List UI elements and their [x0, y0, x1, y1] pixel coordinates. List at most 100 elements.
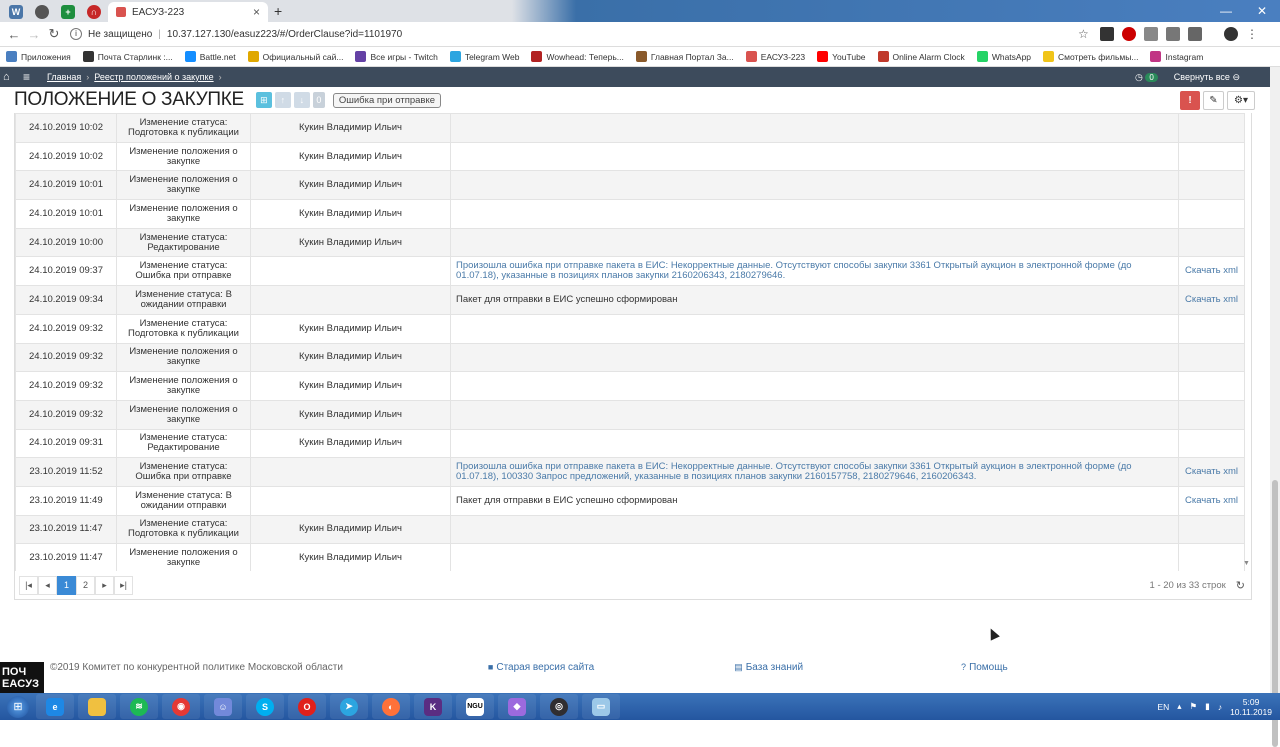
table-row[interactable]: 24.10.2019 09:37 Изменение статуса: Ошибк… — [15, 256, 1245, 287]
table-row[interactable]: 23.10.2019 11:47 Изменение положения о за… — [15, 543, 1245, 571]
page-scrollbar[interactable] — [1270, 67, 1280, 747]
tray-up-icon[interactable]: ▴ — [1177, 701, 1181, 712]
table-row[interactable]: 24.10.2019 09:34 Изменение статуса: В ожи… — [15, 285, 1245, 315]
taskbar-spotify[interactable]: ≋ — [120, 694, 158, 719]
table-row[interactable]: 24.10.2019 10:02 Изменение статуса: Подго… — [15, 113, 1245, 143]
volume-icon[interactable]: ♪ — [1218, 702, 1222, 712]
history-table-container[interactable]: 24.10.2019 10:02 Изменение статуса: Подго… — [14, 113, 1252, 571]
last-page-button[interactable]: ▸| — [114, 575, 133, 595]
table-row[interactable]: 23.10.2019 11:47 Изменение статуса: Подго… — [15, 514, 1245, 545]
taskbar-discord[interactable]: ☺ — [204, 694, 242, 719]
table-row[interactable]: 24.10.2019 10:00 Изменение статуса: Редак… — [15, 227, 1245, 258]
bookmark-item[interactable]: Приложения — [6, 51, 71, 62]
bookmark-item[interactable]: Почта Старлинк :... — [82, 51, 173, 62]
taskbar-app-k[interactable]: K — [414, 694, 452, 719]
close-window-button[interactable]: ✕ — [1244, 0, 1280, 22]
bookmark-item[interactable]: Официальный сай... — [247, 51, 343, 62]
bookmark-item[interactable]: Battle.net — [184, 51, 236, 62]
count-button[interactable]: 0 — [312, 92, 325, 108]
flag-icon[interactable]: ⚑ — [1190, 701, 1198, 712]
opera-icon[interactable] — [1122, 27, 1136, 41]
bookmark-item[interactable]: YouTube — [817, 51, 866, 62]
move-up-button[interactable]: ↑ — [274, 92, 291, 108]
table-row[interactable]: 24.10.2019 09:32 Изменение статуса: Подго… — [15, 313, 1245, 344]
bookmark-item[interactable]: ЕАСУЗ-223 — [745, 51, 805, 62]
taskbar-explorer[interactable] — [78, 694, 116, 719]
table-row[interactable]: 24.10.2019 10:01 Изменение положения о за… — [15, 199, 1245, 229]
page-1-button[interactable]: 1 — [57, 575, 76, 595]
pinned-tab-headphones[interactable]: ∩ — [82, 2, 106, 22]
bookmark-item[interactable]: Online Alarm Clock — [877, 51, 965, 62]
taskbar-ie[interactable]: e — [36, 694, 74, 719]
page-2-button[interactable]: 2 — [76, 575, 95, 595]
first-page-button[interactable]: |◂ — [19, 575, 38, 595]
refresh-icon[interactable]: ↻ — [1236, 579, 1245, 592]
home-icon[interactable]: ⌂ — [3, 71, 17, 83]
prev-page-button[interactable]: ◂ — [38, 575, 57, 595]
table-row[interactable]: 23.10.2019 11:52 Изменение статуса: Ошибк… — [15, 457, 1245, 487]
move-down-button[interactable]: ↓ — [293, 92, 310, 108]
old-version-link[interactable]: ■ Старая версия сайта — [488, 662, 594, 673]
extension-icon[interactable] — [1144, 27, 1158, 41]
forward-arrow-icon[interactable]: → — [24, 27, 44, 42]
settings-dropdown-button[interactable]: ⚙▾ — [1227, 90, 1255, 110]
table-row[interactable]: 24.10.2019 09:31 Изменение статуса: Редак… — [15, 428, 1245, 459]
menu-icon[interactable]: ≡ — [23, 70, 37, 84]
extension-icon[interactable] — [1166, 27, 1180, 41]
active-tab[interactable]: ЕАСУЗ-223 × — [108, 2, 268, 22]
reload-icon[interactable]: ↻ — [44, 26, 64, 42]
cell-download[interactable]: Скачать xml — [1178, 285, 1245, 315]
taskbar-opera[interactable]: O — [288, 694, 326, 719]
pinned-tab-sheets[interactable]: + — [56, 2, 80, 22]
taskbar-ngu[interactable]: NGU — [456, 694, 494, 719]
bookmark-item[interactable]: Все игры - Twitch — [355, 51, 438, 62]
taskbar-obs[interactable]: ◎ — [540, 694, 578, 719]
network-icon[interactable]: ▮ — [1205, 701, 1210, 712]
bookmark-item[interactable]: Wowhead: Теперь... — [531, 51, 624, 62]
bookmark-item[interactable]: Telegram Web — [449, 51, 519, 62]
cell-download[interactable]: Скачать xml — [1178, 457, 1245, 487]
profile-avatar[interactable] — [1224, 27, 1238, 41]
table-row[interactable]: 24.10.2019 09:32 Изменение положения о за… — [15, 342, 1245, 373]
new-tab-button[interactable]: + — [274, 3, 282, 19]
breadcrumb-registry[interactable]: Реестр положений о закупке — [94, 72, 213, 82]
table-row[interactable]: 24.10.2019 09:32 Изменение положения о за… — [15, 371, 1245, 401]
next-page-button[interactable]: ▸ — [95, 575, 114, 595]
bookmark-item[interactable]: Главная Портал За... — [635, 51, 734, 62]
language-indicator[interactable]: EN — [1157, 702, 1169, 712]
help-link[interactable]: ? Помощь — [961, 662, 1008, 673]
info-icon[interactable]: i — [70, 28, 82, 40]
taskbar-notepad[interactable]: ▭ — [582, 694, 620, 719]
back-arrow-icon[interactable]: ← — [4, 27, 24, 42]
taskbar-chrome[interactable]: ◉ — [162, 694, 200, 719]
extension-icon[interactable] — [1188, 27, 1202, 41]
menu-dots-icon[interactable]: ⋮ — [1246, 27, 1260, 41]
pinned-tab-vk[interactable]: W — [4, 2, 28, 22]
extension-icon[interactable] — [1100, 27, 1114, 41]
table-row[interactable]: 24.10.2019 09:32 Изменение положения о за… — [15, 399, 1245, 430]
table-row[interactable]: 24.10.2019 10:02 Изменение положения о за… — [15, 141, 1245, 172]
taskbar-firefox[interactable]: ◐ — [372, 694, 410, 719]
table-row[interactable]: 23.10.2019 11:49 Изменение статуса: В ожи… — [15, 485, 1245, 516]
pinned-tab-settings[interactable] — [30, 2, 54, 22]
start-button[interactable]: ⊞ — [0, 693, 36, 720]
bookmark-item[interactable]: Смотреть фильмы... — [1043, 51, 1138, 62]
bookmark-item[interactable]: Instagram — [1150, 51, 1203, 62]
clock[interactable]: 5:09 10.11.2019 — [1230, 697, 1272, 717]
omnibox[interactable]: i Не защищено | 10.37.127.130/easuz223/#… — [70, 28, 402, 40]
cell-download[interactable]: Скачать xml — [1178, 256, 1245, 287]
taskbar-skype[interactable]: S — [246, 694, 284, 719]
notifications[interactable]: ◷ 0 — [1135, 72, 1158, 83]
cell-download[interactable]: Скачать xml — [1178, 485, 1245, 516]
close-tab-icon[interactable]: × — [253, 5, 260, 19]
tree-view-button[interactable]: ⊞ — [255, 92, 272, 108]
edit-button[interactable]: ✎ — [1203, 90, 1224, 110]
collapse-all-link[interactable]: Свернуть все ⊖ — [1174, 72, 1240, 83]
star-icon[interactable]: ☆ — [1078, 27, 1092, 41]
alert-button[interactable]: ! — [1180, 90, 1200, 110]
bookmark-item[interactable]: WhatsApp — [976, 51, 1031, 62]
taskbar-telegram[interactable]: ➤ — [330, 694, 368, 719]
knowledge-base-link[interactable]: ▤ База знаний — [734, 662, 803, 673]
breadcrumb-home[interactable]: Главная — [47, 72, 81, 82]
taskbar-app-gem[interactable]: ◆ — [498, 694, 536, 719]
